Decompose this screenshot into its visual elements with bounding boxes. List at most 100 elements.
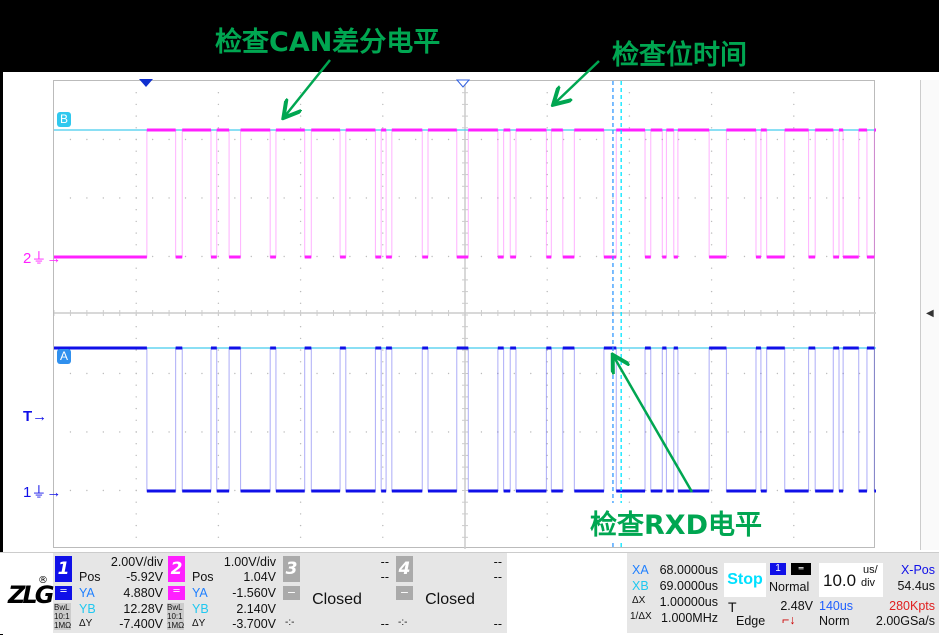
grid-dot — [628, 419, 631, 421]
grid-dot — [299, 349, 302, 351]
ch1-ground-marker[interactable]: 1⏚→ — [23, 481, 61, 502]
grid-dot — [628, 466, 631, 468]
ch2-ground-marker[interactable]: 2⏚→ — [23, 247, 61, 268]
side-panel-toggle[interactable]: ◀ — [920, 80, 939, 550]
grid-dot — [546, 536, 548, 538]
grid-dot — [217, 337, 220, 340]
dc-coupling-icon[interactable]: ═ — [55, 586, 72, 600]
grid-dot — [217, 267, 220, 269]
grid-dot — [628, 337, 631, 340]
grid-dot — [727, 255, 729, 258]
xa-value: 68.0000us — [659, 563, 718, 577]
grid-dot — [382, 267, 384, 269]
ch1-scale[interactable]: 2.00V/div — [75, 555, 163, 569]
grid-dot — [135, 501, 137, 503]
grid-dot — [628, 127, 631, 129]
ch1-ya-label: YA — [79, 586, 95, 600]
grid-dot — [710, 396, 713, 398]
grid-dot — [694, 431, 696, 433]
grid-dot — [530, 197, 532, 199]
panel-spacer — [507, 553, 627, 634]
grid-dot — [234, 372, 236, 375]
grid-dot — [299, 361, 302, 363]
grid-dot — [168, 431, 170, 433]
grid-dot — [119, 431, 121, 433]
grid-dot — [299, 279, 302, 281]
waveform-display[interactable] — [53, 80, 876, 549]
grid-dot — [217, 127, 220, 129]
grid-dot — [710, 337, 713, 340]
grid-dot — [135, 489, 137, 492]
grid-dot — [234, 431, 236, 433]
grid-dot — [710, 489, 713, 492]
grid-dot — [793, 302, 795, 304]
grid-dot — [299, 478, 302, 480]
grid-dot — [710, 466, 713, 468]
ref-b-marker[interactable]: B — [57, 112, 71, 127]
timebase-scale[interactable]: 10.0 us/ div — [819, 563, 883, 597]
grid-dot — [299, 138, 302, 141]
falling-edge-icon: ⌐↓ — [782, 613, 796, 627]
grid-dot — [382, 431, 384, 433]
grid-dot — [809, 489, 811, 492]
grid-dot — [299, 115, 302, 117]
grid-dot — [217, 209, 220, 211]
grid-dot — [217, 173, 220, 176]
grid-dot — [793, 419, 795, 421]
grid-dot — [234, 138, 236, 141]
grid-dot — [217, 407, 220, 410]
grid-dot — [694, 372, 696, 375]
ch4-settings[interactable]: 4 -- -- − Closed -:- -- — [394, 553, 506, 634]
ref-a-marker[interactable]: A — [57, 349, 71, 364]
grid-dot — [398, 372, 400, 375]
arrow-right-icon: → — [32, 408, 48, 425]
grid-dot — [119, 489, 121, 492]
grid-dot — [151, 138, 154, 141]
grid-dot — [299, 127, 302, 129]
ch2-yb-label: YB — [192, 602, 209, 616]
timebase-panel[interactable]: 10.0 us/ div X-Pos 54.4us 140us 280Kpts … — [817, 561, 939, 628]
grid-dot — [217, 501, 220, 503]
acquisition-mode[interactable]: Norm — [819, 614, 850, 628]
grid-dot — [135, 92, 137, 94]
grid-dot — [382, 115, 384, 117]
grid-dot — [793, 103, 795, 106]
grid-dot — [135, 162, 137, 164]
dc-coupling-icon[interactable]: ═ — [168, 586, 185, 600]
cursor-readout[interactable]: XA 68.0000us XB 69.0000us ΔX 1.00000us 1… — [628, 561, 720, 627]
grid-dot — [710, 267, 713, 269]
grid-dot — [316, 138, 318, 141]
grid-dot — [447, 138, 450, 141]
grid-dot — [299, 162, 302, 164]
ch1-settings[interactable]: 1 2.00V/div Pos -5.92V ═ YA 4.880V YB 12… — [53, 553, 166, 634]
grid-dot — [382, 513, 384, 515]
trigger-source[interactable]: 1 — [770, 563, 786, 575]
grid-dot — [710, 127, 713, 129]
grid-dot — [283, 138, 285, 141]
run-stop-button[interactable]: Stop — [724, 563, 766, 597]
grid-dot — [793, 524, 795, 527]
trigger-mode[interactable]: Normal — [769, 580, 809, 594]
grid-dot — [776, 197, 779, 199]
ch3-settings[interactable]: 3 -- -- − Closed -:- -- — [281, 553, 393, 634]
grid-dot — [793, 443, 795, 445]
grid-dot — [513, 431, 516, 433]
grid-dot — [217, 103, 220, 106]
grid-dot — [217, 443, 220, 445]
trigger-type[interactable]: Edge — [736, 614, 765, 628]
grid-dot — [234, 197, 236, 199]
grid-dot — [299, 92, 302, 94]
ch2-scale[interactable]: 1.00V/div — [188, 555, 276, 569]
grid-dot — [151, 197, 154, 199]
ch1-yb: 12.28V — [123, 602, 163, 616]
grid-dot — [299, 326, 302, 328]
trigger-panel[interactable]: Stop 1 ═ Normal T 2.48V Edge ⌐↓ — [722, 561, 815, 628]
center-marker-icon[interactable] — [456, 79, 470, 88]
trigger-level-marker[interactable]: T→ — [23, 408, 47, 425]
grid-dot — [546, 302, 548, 304]
grid-dot — [480, 372, 483, 375]
trigger-position-marker-icon[interactable] — [139, 79, 153, 88]
grid-dot — [743, 372, 746, 375]
ch2-settings[interactable]: 2 1.00V/div Pos 1.04V ═ YA -1.560V YB 2.… — [166, 553, 280, 634]
grid-dot — [546, 103, 548, 106]
